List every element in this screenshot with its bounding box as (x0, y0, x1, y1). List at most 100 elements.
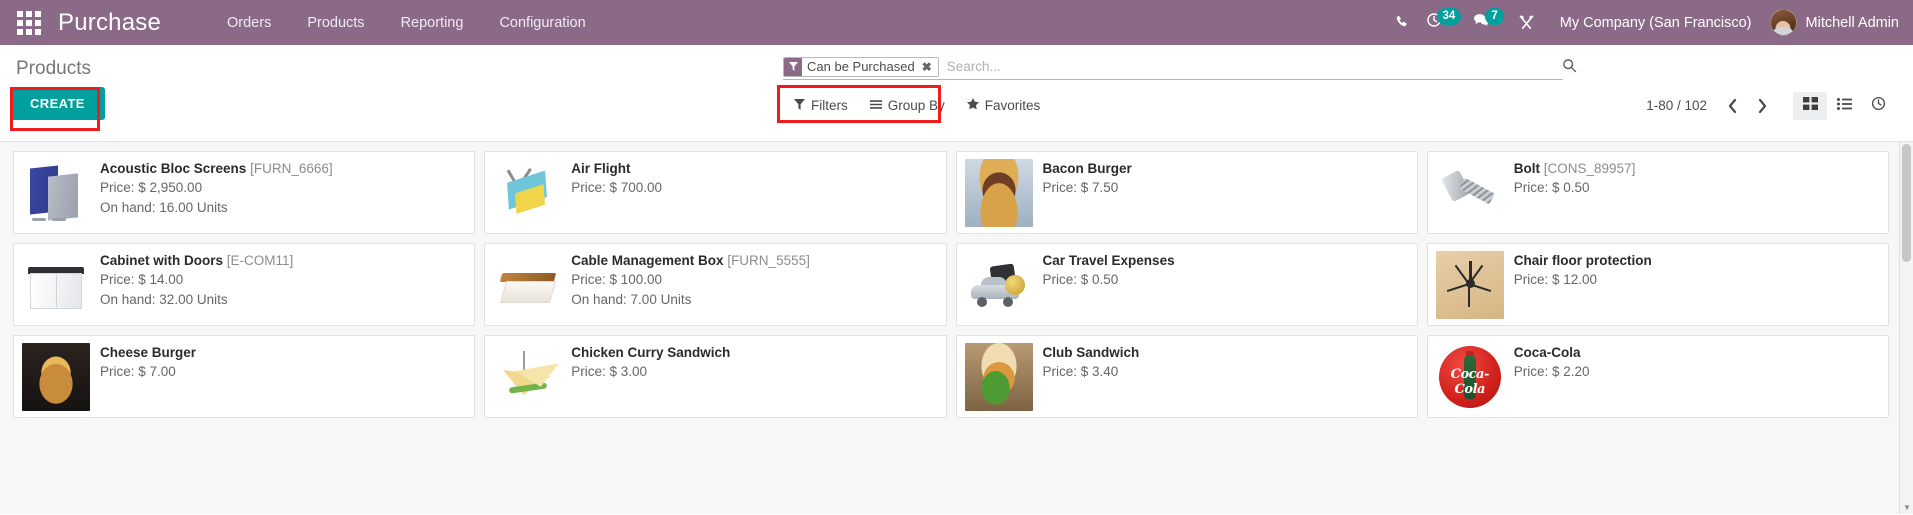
kanban-card[interactable]: Acoustic Bloc Screens [FURN_6666] Price:… (13, 151, 476, 234)
product-code: [FURN_5555] (727, 253, 810, 268)
product-price: Price: $ 100.00 (571, 272, 663, 288)
view-button-list[interactable] (1827, 92, 1861, 120)
product-price: Price: $ 0.50 (1042, 272, 1119, 288)
page-title: Products (16, 58, 91, 79)
company-switcher[interactable]: My Company (San Francisco) (1544, 15, 1764, 31)
product-name: Bolt [CONS_89957] (1513, 161, 1636, 176)
group-by-label: Group By (887, 98, 945, 113)
product-code: [CONS_89957] (1543, 161, 1636, 176)
product-price: Price: $ 12.00 (1513, 272, 1598, 288)
top-navbar: Purchase Orders Products Reporting Confi… (0, 0, 1913, 45)
product-name: Club Sandwich (1042, 345, 1140, 360)
kanban-card[interactable]: Cable Management Box [FURN_5555] Price: … (484, 243, 947, 326)
menu-item-orders[interactable]: Orders (209, 3, 289, 43)
product-image (22, 159, 90, 227)
clock-icon (1871, 96, 1886, 116)
chevron-left-icon[interactable] (1719, 93, 1745, 119)
pager: 1-80 / 102 (1646, 91, 1903, 120)
menu-item-reporting[interactable]: Reporting (383, 3, 482, 43)
kanban-card[interactable]: Chicken Curry Sandwich Price: $ 3.00 (484, 335, 947, 418)
product-price: Price: $ 700.00 (571, 180, 663, 196)
search-facet-can-be-purchased[interactable]: Can be Purchased ✖ (783, 56, 939, 77)
apps-grid-icon (17, 10, 41, 35)
app-brand-name[interactable]: Purchase (58, 9, 161, 37)
search-view[interactable]: Can be Purchased ✖ (783, 56, 1577, 80)
create-button-wrapper: CREATE (10, 87, 105, 131)
product-image (964, 251, 1033, 319)
phone-icon[interactable] (1386, 0, 1420, 45)
product-image (493, 251, 562, 319)
kanban-card[interactable]: Coca-Cola Coca-Cola Price: $ 2.20 (1426, 335, 1889, 418)
kanban-icon (1802, 96, 1818, 115)
product-price: Price: $ 3.40 (1042, 364, 1119, 380)
product-image (493, 159, 562, 227)
product-image (1435, 251, 1504, 319)
menu-item-products[interactable]: Products (289, 3, 382, 43)
view-button-kanban[interactable] (1793, 91, 1827, 120)
activity-menu-button[interactable]: 34 (1420, 0, 1468, 45)
product-name: Cabinet with Doors [E-COM11] (100, 253, 294, 268)
product-image: Coca-Cola (1435, 343, 1504, 411)
wrench-screwdriver-icon[interactable] (1510, 0, 1544, 45)
view-button-activity[interactable] (1861, 92, 1895, 120)
create-button[interactable]: CREATE (10, 87, 105, 120)
product-name: Bacon Burger (1042, 161, 1132, 176)
product-name: Cheese Burger (100, 345, 197, 360)
product-name: Cable Management Box [FURN_5555] (571, 253, 810, 268)
product-image (1435, 159, 1504, 227)
view-switcher (1793, 91, 1895, 120)
filter-funnel-icon (784, 57, 802, 76)
pager-value: 1-80 / 102 (1646, 98, 1707, 113)
search-icon[interactable] (1562, 58, 1577, 78)
menu-item-configuration[interactable]: Configuration (481, 3, 603, 43)
chevron-right-icon[interactable] (1749, 93, 1775, 119)
kanban-card[interactable]: Club Sandwich Price: $ 3.40 (955, 335, 1418, 418)
filters-dropdown[interactable]: Filters (783, 91, 859, 120)
favorites-dropdown[interactable]: Favorites (956, 91, 1052, 120)
product-price: Price: $ 14.00 (100, 272, 184, 288)
kanban-card[interactable]: Bolt [CONS_89957] Price: $ 0.50 (1426, 151, 1889, 234)
search-facet-label: Can be Purchased (807, 59, 915, 74)
product-image (22, 343, 90, 411)
product-image (964, 343, 1033, 411)
product-price: Price: $ 3.00 (571, 364, 648, 380)
product-name: Car Travel Expenses (1042, 253, 1175, 268)
product-price: Price: $ 0.50 (1513, 180, 1590, 196)
group-by-dropdown[interactable]: Group By (859, 91, 956, 120)
kanban-card[interactable]: Car Travel Expenses Price: $ 0.50 (955, 243, 1418, 326)
activity-counter-badge: 34 (1436, 7, 1462, 26)
messaging-menu-button[interactable]: 7 (1467, 0, 1509, 45)
product-code: [FURN_6666] (250, 161, 333, 176)
kanban-card[interactable]: Bacon Burger Price: $ 7.50 (955, 151, 1418, 234)
filters-label: Filters (811, 98, 848, 113)
systray: 34 7 My Company (San Francisco) Mitchell… (1386, 0, 1913, 45)
close-icon[interactable]: ✖ (922, 60, 932, 74)
search-input[interactable] (942, 59, 1563, 74)
product-name: Coca-Cola (1513, 345, 1581, 360)
kanban-card[interactable]: Chair floor protection Price: $ 12.00 (1426, 243, 1889, 326)
vertical-scrollbar[interactable]: ▲ ▼ (1899, 142, 1913, 514)
filter-toolbar: Filters Group By Favorites 1-80 / 102 (777, 85, 1903, 123)
user-name-label: Mitchell Admin (1805, 14, 1899, 31)
search-dropdowns: Filters Group By Favorites (777, 85, 1052, 123)
product-code: [E-COM11] (226, 253, 294, 268)
product-name: Air Flight (571, 161, 631, 176)
product-onhand: On hand: 16.00 Units (100, 199, 228, 215)
search-area: Can be Purchased ✖ (783, 56, 1577, 80)
scroll-down-icon[interactable]: ▼ (1900, 500, 1913, 514)
coca-cola-logo-text: Coca-Cola (1450, 367, 1490, 397)
apps-menu-button[interactable] (0, 0, 58, 45)
kanban-card[interactable]: Cheese Burger Price: $ 7.00 (13, 335, 476, 418)
kanban-card[interactable]: Air Flight Price: $ 700.00 (484, 151, 947, 234)
star-icon (966, 98, 979, 113)
filter-funnel-icon (794, 98, 805, 113)
user-avatar (1769, 9, 1797, 36)
scrollbar-thumb[interactable] (1902, 144, 1911, 262)
kanban-card[interactable]: Cabinet with Doors [E-COM11] Price: $ 14… (13, 243, 476, 326)
product-onhand: On hand: 32.00 Units (100, 291, 228, 307)
list-icon (1836, 97, 1852, 115)
user-menu-button[interactable]: Mitchell Admin (1764, 9, 1899, 36)
product-name: Chicken Curry Sandwich (571, 345, 731, 360)
product-price: Price: $ 7.00 (100, 364, 176, 380)
hamburger-icon (869, 98, 882, 113)
